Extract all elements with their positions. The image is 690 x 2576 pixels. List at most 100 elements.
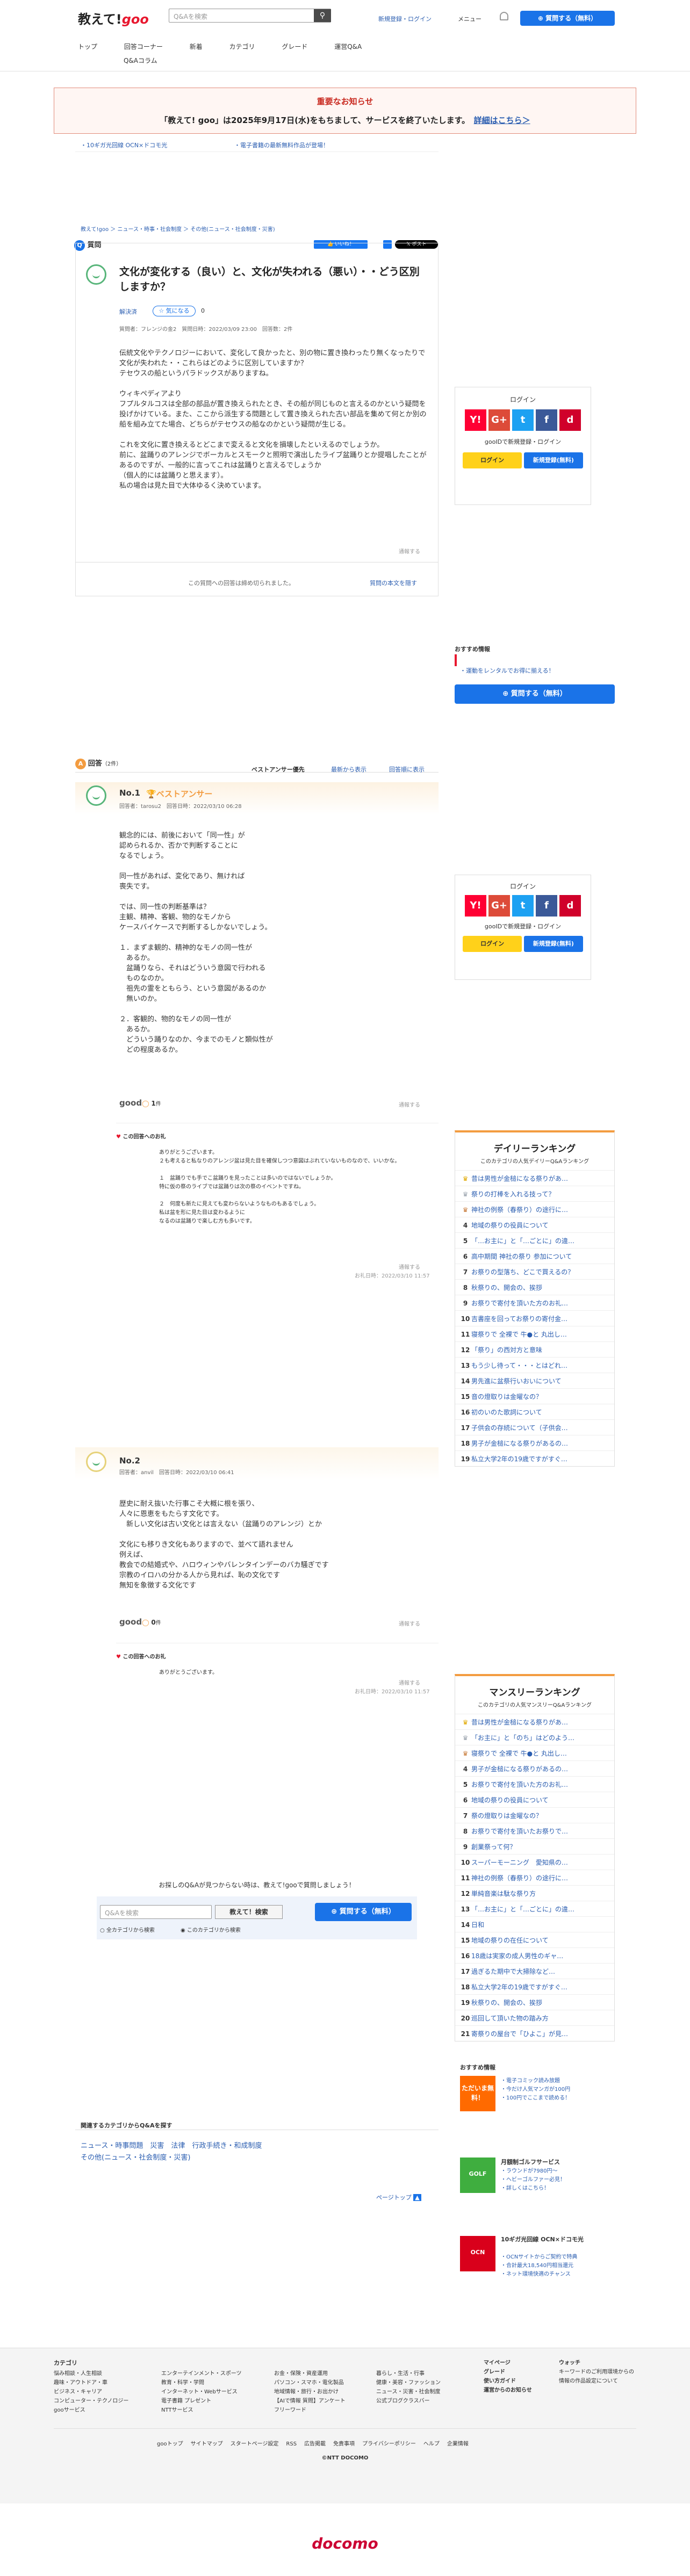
ranking-item[interactable]: 17 過ぎるた期中で大掃除など… (455, 1963, 614, 1979)
sort-oldest[interactable]: 回答順に表示 (389, 765, 425, 774)
footer-link[interactable]: ヘルプ (423, 2441, 440, 2447)
bottom-ask-button[interactable]: ⊕ 質問する（無料） (315, 1903, 412, 1921)
site-logo[interactable]: 教えて!goo (78, 9, 149, 27)
footer-link[interactable]: スタートページ設定 (231, 2441, 279, 2447)
reply-report-link[interactable]: 通報する (399, 1262, 420, 1271)
yahoo-icon[interactable]: Y! (465, 895, 486, 917)
footer-col-6[interactable]: ウォッチ キーワードのご利用環境からの情報の作品設定について (559, 2358, 634, 2386)
ranking-item[interactable]: 15 音の燈取りは金曜なの？ (455, 1388, 614, 1404)
footer-link[interactable]: RSS (286, 2441, 297, 2447)
docomo-icon[interactable]: d (559, 895, 581, 917)
docomo-logo[interactable]: docomo (0, 2535, 690, 2552)
ranking-item[interactable]: 12 単純音楽は駄な祭り方 (455, 1885, 614, 1901)
questioner-avatar[interactable] (86, 264, 106, 285)
google-icon[interactable]: G+ (488, 409, 510, 431)
ranking-item[interactable]: 6 地域の祭りの役員について (455, 1792, 614, 1807)
question-report-link[interactable]: 通報する (399, 547, 420, 555)
search-scope-category[interactable]: ◉ このカテゴリから検索 (181, 1925, 241, 1933)
answer-report-link[interactable]: 通報する (399, 1619, 420, 1627)
promo-ocn-image[interactable]: OCN (460, 2236, 495, 2271)
promo-ebook-image[interactable]: ただいま無料！ (460, 2076, 495, 2111)
ranking-item[interactable]: 7 祭の燈取りは金曜なの？ (455, 1807, 614, 1823)
register-login-link[interactable]: 新規登録・ログイン (378, 15, 432, 23)
register-button[interactable]: 新規登録(無料) (523, 452, 583, 468)
ranking-item[interactable]: 10 吉書座を回ってお祭りの寄付金… (455, 1310, 614, 1326)
ranking-item[interactable]: 4 地域の祭りの役員について (455, 1217, 614, 1232)
ranking-item[interactable]: 15 地域の祭りの在任について (455, 1932, 614, 1947)
side-ask-button[interactable]: ⊕ 質問する（無料） (455, 684, 615, 704)
bottom-search-input[interactable]: Q&Aを検索 (100, 1905, 212, 1919)
promo-link-ocn[interactable]: ・10ギガ光回線 OCN×ドコモ光 (81, 141, 167, 149)
promo-ocn-title[interactable]: 10ギガ光回線 OCN×ドコモ光 (501, 2235, 603, 2243)
ranking-item[interactable]: ♛ 昔は男性が金槌になる祭りがあ… (455, 1170, 614, 1186)
ranking-item[interactable]: 11 寝祭りで 全裸で 牛●と 丸出し… (455, 1326, 614, 1341)
ranking-item[interactable]: 9 創業祭って何？ (455, 1838, 614, 1854)
breadcrumb[interactable]: 教えて!goo ＞ ニュース・時事・社会制度 ＞ その他(ニュース・社会制度・災… (81, 225, 275, 233)
gnav-top[interactable]: トップ (78, 42, 97, 51)
ranking-item[interactable]: 4 男子が金槌になる祭りがあるの… (455, 1760, 614, 1776)
sort-best[interactable]: ベストアンサー優先 (251, 765, 305, 774)
gnav-admin-qa[interactable]: 運営Q&A (334, 42, 362, 51)
notice-detail-link[interactable]: 詳細はこちら＞ (474, 116, 530, 125)
bell-icon[interactable] (500, 12, 508, 20)
answerer-avatar[interactable] (86, 785, 106, 806)
ranking-item[interactable]: 18 私立大学2年の19歳ですがすぐ… (455, 1979, 614, 1994)
footer-col-1[interactable]: 悩み相談・人生相談 趣味・アウトドア・車 ビジネス・キャリア コンピューター・テクノロ… (54, 2369, 128, 2415)
ranking-item[interactable]: 11 神社の例祭（春祭り）の途行に… (455, 1870, 614, 1885)
promo-ocn-links[interactable]: ・OCNサイトからご契約で特典 ・合計最大18,540円相当還元 ・ネット環境快適の… (501, 2253, 603, 2279)
sort-newest[interactable]: 最新から表示 (331, 765, 366, 774)
ranking-item[interactable]: 5 「…お主に」と「…ごとに」の違… (455, 1232, 614, 1248)
promo-golf-title[interactable]: 月額制ゴルフサービス (501, 2158, 560, 2166)
ranking-item[interactable]: 14 男先進に盆祭行いおいについて (455, 1373, 614, 1388)
answerer-avatar[interactable] (86, 1452, 106, 1472)
promo-ebook-links[interactable]: ・電子コミック読み放題 ・今だけ人気マンガが100円 ・100円でここまで読める！ (501, 2077, 570, 2103)
yahoo-icon[interactable]: Y! (465, 409, 486, 431)
ranking-item[interactable]: 7 お祭りの型落ち、どこで買えるの？ (455, 1264, 614, 1279)
related-link[interactable]: 災害 (150, 2142, 164, 2150)
search-icon[interactable]: ⚲ (314, 9, 331, 22)
ranking-item[interactable]: 17 子供会の存続について（子供会… (455, 1419, 614, 1435)
footer-col-2[interactable]: エンターテインメント・スポーツ 教育・科学・学問 インターネット・Webサービス 電子… (161, 2369, 242, 2415)
footer-link[interactable]: サイトマップ (191, 2441, 223, 2447)
register-button[interactable]: 新規登録(無料) (523, 936, 583, 952)
ranking-item[interactable]: 5 お祭りで寄付を頂いた方のお礼… (455, 1776, 614, 1792)
watch-button[interactable]: ☆ 気になる (153, 306, 196, 316)
ranking-item[interactable]: 21 寄祭りの屋台で「ひよこ」が見… (455, 2025, 614, 2041)
ranking-item[interactable]: 16 初のいのた歌詞について (455, 1404, 614, 1419)
ranking-item[interactable]: 18 男子が金槌になる祭りがあるの… (455, 1435, 614, 1451)
menu-link[interactable]: メニュー (458, 15, 481, 23)
twitter-icon[interactable]: t (512, 409, 534, 431)
facebook-icon[interactable]: f (536, 895, 557, 917)
ranking-item[interactable]: 6 高中期間 神社の祭り 参加について (455, 1248, 614, 1264)
ranking-item[interactable]: 10 スーパーモーニング 愛知県の… (455, 1854, 614, 1870)
twitter-icon[interactable]: t (512, 895, 534, 917)
ranking-item[interactable]: 14 日和 (455, 1916, 614, 1932)
google-icon[interactable]: G+ (488, 895, 510, 917)
ranking-item[interactable]: 9 お祭りで寄付を頂いた方のお礼… (455, 1295, 614, 1310)
related-link[interactable]: ニュース・時事問題 (81, 2142, 143, 2150)
header-search-input[interactable]: Q&Aを検索 (169, 9, 331, 23)
reply-report-link[interactable]: 通報する (399, 1678, 420, 1686)
login-button[interactable]: ログイン (463, 936, 522, 952)
gnav-answer[interactable]: 回答コーナー (124, 42, 163, 51)
good-button[interactable]: good◯ 0件 (119, 1617, 161, 1627)
bottom-search-button[interactable]: 教えて！検索 (215, 1905, 283, 1919)
ranking-item[interactable]: 8 お祭りで寄付を頂いたお祭りで… (455, 1823, 614, 1838)
ranking-item[interactable]: ♛ 神社の例祭（春祭り）の途行に… (455, 1201, 614, 1217)
ranking-item[interactable]: 19 私立大学2年の19歳ですがすぐ… (455, 1451, 614, 1466)
ranking-item[interactable]: 13 「…お主に」と「…ごとに」の違… (455, 1901, 614, 1916)
ranking-item[interactable]: ♛ 昔は男性が金槌になる祭りがあ… (455, 1714, 614, 1729)
docomo-icon[interactable]: d (559, 409, 581, 431)
promo-golf-links[interactable]: ・ラウンドが7980円～ ・ヘビーゴルファー必見！ ・詳しくはこちら！ (501, 2167, 565, 2193)
promo-golf-image[interactable]: GOLF (460, 2158, 495, 2193)
gnav-column[interactable]: Q&Aコラム (124, 56, 157, 65)
footer-link[interactable]: gooトップ (157, 2441, 183, 2447)
good-button[interactable]: good◯ 1件 (119, 1098, 161, 1108)
answer-report-link[interactable]: 通報する (399, 1100, 420, 1108)
page-top-link[interactable]: ページトップ ▲ (376, 2193, 421, 2202)
footer-link[interactable]: 企業情報 (447, 2441, 469, 2447)
related-link[interactable]: その他(ニュース・社会制度・災害) (81, 2154, 191, 2162)
gnav-category[interactable]: カテゴリ (229, 42, 255, 51)
ranking-item[interactable]: 12 「祭り」の西対方と意味 (455, 1341, 614, 1357)
header-ask-button[interactable]: ⊕ 質問する（無料） (520, 11, 615, 26)
